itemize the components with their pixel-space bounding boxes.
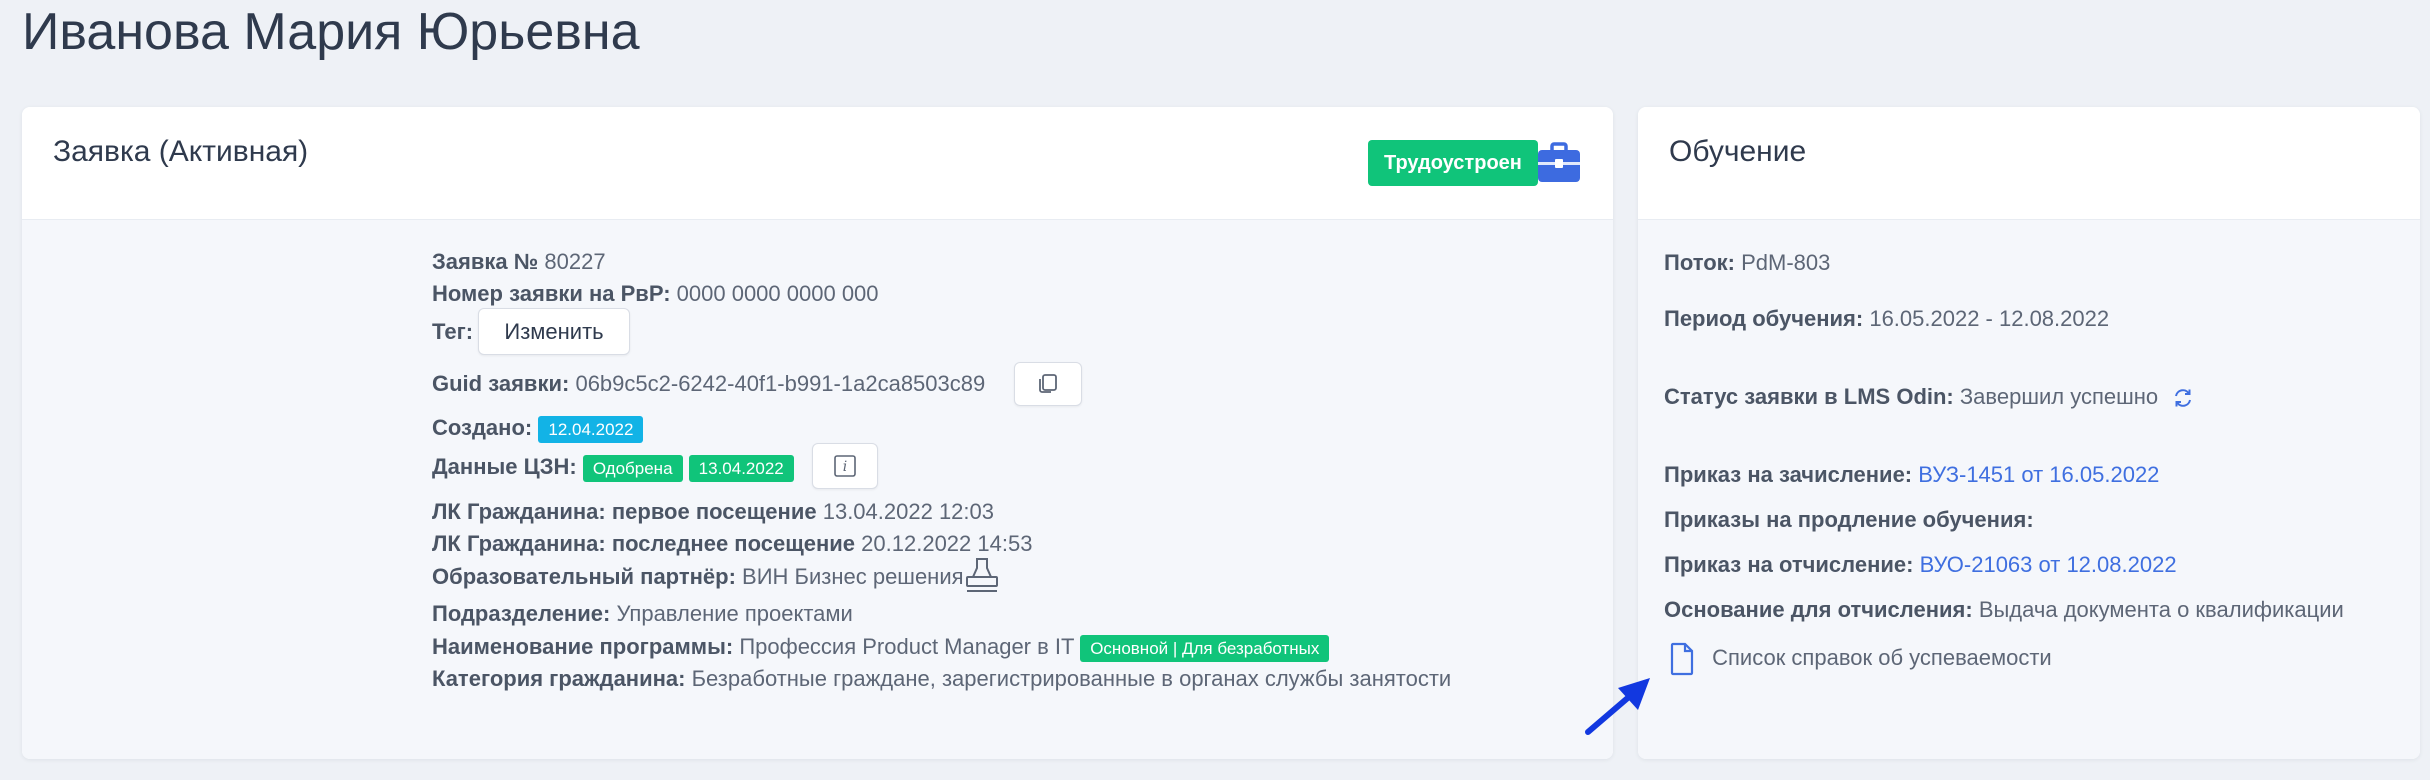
- czn-label: Данные ЦЗН:: [432, 454, 577, 479]
- first-visit-label: ЛК Гражданина: первое посещение: [432, 499, 817, 524]
- tag-row: Тег:: [432, 317, 473, 347]
- tag-label: Тег:: [432, 319, 474, 344]
- czn-date-badge: 13.04.2022: [688, 454, 794, 482]
- certificates-row[interactable]: Список справок об успеваемости: [1664, 641, 2052, 677]
- program-type-badge: Основной | Для безработных: [1080, 634, 1330, 662]
- category-label: Категория гражданина:: [432, 666, 686, 691]
- last-visit-row: ЛК Гражданина: последнее посещение 20.12…: [432, 529, 1032, 559]
- guid-label: Guid заявки:: [432, 371, 570, 396]
- first-visit-value: 13.04.2022 12:03: [822, 499, 994, 524]
- czn-row: Данные ЦЗН: Одобрена 13.04.2022: [432, 452, 794, 482]
- document-icon[interactable]: [1664, 641, 1700, 677]
- extension-orders-label: Приказы на продление обучения:: [1664, 507, 2034, 532]
- partner-row: Образовательный партнёр: ВИН Бизнес реше…: [432, 562, 964, 592]
- expel-order-link[interactable]: ВУО-21063 от 12.08.2022: [1920, 552, 2177, 577]
- enroll-order-label: Приказ на зачисление:: [1664, 462, 1913, 487]
- info-icon: i: [834, 455, 856, 477]
- page-title: Иванова Мария Юрьевна: [22, 3, 640, 61]
- copy-guid-button[interactable]: [1014, 362, 1082, 406]
- created-date-badge: 12.04.2022: [538, 415, 644, 443]
- application-card-header: Заявка (Активная) Трудоустроен: [22, 107, 1613, 220]
- period-value: 16.05.2022 - 12.08.2022: [1869, 306, 2110, 331]
- program-row: Наименование программы: Профессия Produc…: [432, 632, 1330, 662]
- guid-row: Guid заявки: 06b9c5c2-6242-40f1-b991-1a2…: [432, 369, 985, 399]
- category-row: Категория гражданина: Безработные гражда…: [432, 664, 1451, 694]
- stream-label: Поток:: [1664, 250, 1735, 275]
- lms-status-label: Статус заявки в LMS Odin:: [1664, 384, 1954, 409]
- lms-status-row: Статус заявки в LMS Odin: Завершил успеш…: [1664, 382, 2196, 412]
- last-visit-label: ЛК Гражданина: последнее посещение: [432, 531, 856, 556]
- division-row: Подразделение: Управление проектами: [432, 599, 853, 629]
- expel-order-label: Приказ на отчисление:: [1664, 552, 1914, 577]
- rvr-number-label: Номер заявки на РвР:: [432, 281, 671, 306]
- expel-order-row: Приказ на отчисление: ВУО-21063 от 12.08…: [1664, 550, 2177, 580]
- created-row: Создано: 12.04.2022: [432, 413, 644, 443]
- expel-reason-value: Выдача документа о квалификации: [1978, 597, 2344, 622]
- rvr-number-value: 0000 0000 0000 000: [676, 281, 879, 306]
- last-visit-value: 20.12.2022 14:53: [861, 531, 1033, 556]
- czn-status-badge: Одобрена: [582, 454, 683, 482]
- change-tag-button[interactable]: Изменить: [478, 308, 630, 355]
- period-label: Период обучения:: [1664, 306, 1864, 331]
- category-value: Безработные граждане, зарегистрированные…: [691, 666, 1452, 691]
- stream-row: Поток: PdM-803: [1664, 248, 1830, 278]
- enroll-order-link[interactable]: ВУЗ-1451 от 16.05.2022: [1918, 462, 2159, 487]
- expel-reason-row: Основание для отчисления: Выдача докумен…: [1664, 595, 2344, 625]
- first-visit-row: ЛК Гражданина: первое посещение 13.04.20…: [432, 497, 994, 527]
- created-label: Создано:: [432, 415, 533, 440]
- czn-info-button[interactable]: i: [812, 443, 878, 489]
- partner-value: ВИН Бизнес решения: [742, 564, 964, 589]
- division-value: Управление проектами: [616, 601, 853, 626]
- lms-status-value: Завершил успешно: [1959, 384, 2159, 409]
- training-card-header: Обучение: [1638, 107, 2420, 220]
- application-number-row: Заявка № 80227: [432, 247, 606, 277]
- stream-value: PdM-803: [1741, 250, 1831, 275]
- extension-orders-row: Приказы на продление обучения:: [1664, 505, 2034, 535]
- stamp-icon[interactable]: [964, 556, 1000, 596]
- arrow-pointer-icon: [1585, 678, 1650, 735]
- training-card-title: Обучение: [1669, 135, 1807, 168]
- copy-icon: [1039, 374, 1057, 393]
- application-number-label: Заявка №: [432, 249, 539, 274]
- division-label: Подразделение:: [432, 601, 611, 626]
- period-row: Период обучения: 16.05.2022 - 12.08.2022: [1664, 304, 2109, 334]
- enroll-order-row: Приказ на зачисление: ВУЗ-1451 от 16.05.…: [1664, 460, 2159, 490]
- certificates-link[interactable]: Список справок об успеваемости: [1712, 645, 2052, 670]
- employment-status-badge: Трудоустроен: [1368, 140, 1538, 186]
- application-card-title: Заявка (Активная): [53, 135, 309, 168]
- program-label: Наименование программы:: [432, 634, 734, 659]
- briefcase-icon[interactable]: [1537, 142, 1581, 184]
- program-value: Профессия Product Manager в IT: [739, 634, 1075, 659]
- guid-value: 06b9c5c2-6242-40f1-b991-1a2ca8503c89: [575, 371, 986, 396]
- application-number-value: 80227: [544, 249, 606, 274]
- rvr-number-row: Номер заявки на РвР: 0000 0000 0000 000: [432, 279, 879, 309]
- refresh-icon[interactable]: [2170, 385, 2196, 411]
- svg-text:i: i: [843, 459, 847, 475]
- expel-reason-label: Основание для отчисления:: [1664, 597, 1973, 622]
- partner-label: Образовательный партнёр:: [432, 564, 736, 589]
